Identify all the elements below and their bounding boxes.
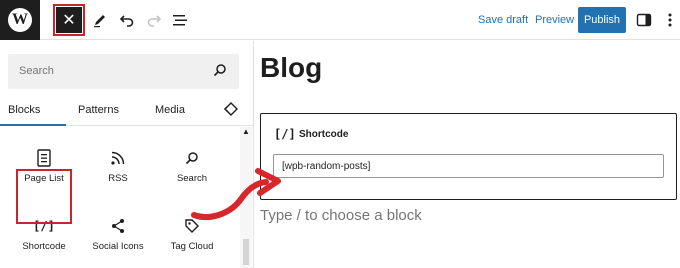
page-list-icon — [9, 147, 79, 169]
shortcode-highlight-box — [16, 169, 72, 224]
undo-icon[interactable] — [117, 10, 137, 30]
shortcode-block-label: Shortcode — [299, 129, 349, 140]
shortcode-input[interactable]: [wpb-random-posts] — [273, 154, 664, 178]
block-inserter-panel: Search Blocks Patterns Media Page List R… — [0, 41, 254, 268]
block-label: RSS — [108, 173, 128, 184]
block-label: Social Icons — [92, 241, 144, 252]
rss-icon — [83, 147, 153, 169]
inserter-tabs: Blocks Patterns Media — [0, 96, 254, 126]
scrollbar-thumb[interactable] — [243, 239, 249, 265]
more-options-icon[interactable] — [660, 10, 680, 30]
search-placeholder: Search — [19, 65, 54, 77]
block-label: Tag Cloud — [170, 241, 214, 252]
active-tab-indicator — [0, 124, 66, 126]
wordpress-logo[interactable]: W — [0, 0, 40, 40]
block-search-input[interactable]: Search — [8, 54, 239, 89]
document-overview-icon[interactable] — [170, 10, 190, 30]
top-toolbar: W ✕ Save draft Preview Publish — [0, 0, 680, 40]
tab-blocks[interactable]: Blocks — [8, 104, 40, 116]
pencil-tools-icon[interactable] — [90, 10, 110, 30]
block-rss[interactable]: RSS — [83, 147, 153, 184]
share-icon — [83, 215, 153, 237]
close-inserter-button[interactable]: ✕ — [53, 4, 85, 36]
preview-button[interactable]: Preview — [535, 14, 574, 26]
search-icon — [213, 63, 227, 82]
shortcode-block[interactable]: [/] Shortcode [wpb-random-posts] — [260, 113, 677, 200]
tab-patterns[interactable]: Patterns — [78, 104, 119, 116]
shortcode-icon: [/] — [274, 127, 296, 141]
diamond-icon[interactable] — [222, 100, 240, 123]
post-title[interactable]: Blog — [260, 52, 322, 84]
block-social-icons[interactable]: Social Icons — [83, 215, 153, 252]
save-draft-button[interactable]: Save draft — [478, 14, 528, 26]
block-label: Shortcode — [22, 241, 66, 252]
tab-media[interactable]: Media — [155, 104, 185, 116]
publish-button[interactable]: Publish — [578, 7, 626, 33]
settings-sidebar-icon[interactable] — [634, 10, 654, 30]
annotation-arrow-icon — [191, 168, 281, 220]
redo-icon[interactable] — [144, 10, 164, 30]
scroll-up-arrow-icon[interactable]: ▲ — [242, 127, 250, 136]
wordpress-logo-icon: W — [8, 8, 32, 32]
